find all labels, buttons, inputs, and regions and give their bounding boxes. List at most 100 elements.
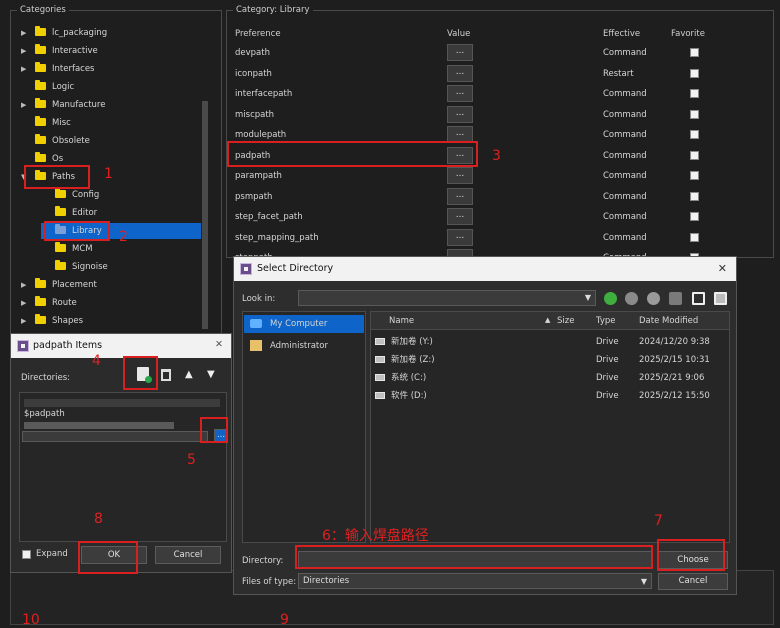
chevron-right-icon[interactable]: ▶ [21,295,31,311]
favorite-checkbox[interactable] [690,109,699,119]
favorite-checkbox[interactable] [690,48,699,57]
category-item[interactable]: Obsolete [21,133,90,149]
directory-edit-field[interactable] [22,431,208,442]
chevron-right-icon[interactable]: ▶ [21,277,31,293]
value-browse-button[interactable]: ... [447,44,473,61]
folder-icon [35,80,46,90]
place-my-computer[interactable]: My Computer [244,315,364,333]
expand-label: Expand [36,549,68,559]
category-item[interactable]: Config [41,187,99,203]
header-favorite: Favorite [671,29,705,39]
directory-label: Directory: [242,556,284,566]
back-icon[interactable] [604,292,617,305]
column-date[interactable]: Date Modified [639,316,698,326]
value-browse-button[interactable]: ... [447,105,473,123]
category-item[interactable]: ▶ lc_packaging [21,25,107,41]
padpath-dialog-title: padpath Items [33,340,103,351]
annotation-2: 2 [119,229,128,245]
list-view-icon[interactable] [692,292,705,305]
category-item[interactable]: Editor [41,205,97,221]
file-row[interactable]: 系统 (C:) Drive 2025/2/21 9:06 [371,370,727,386]
header-effective: Effective [603,29,641,39]
favorite-checkbox[interactable] [690,212,699,221]
favorite-checkbox[interactable] [690,89,699,98]
favorite-checkbox[interactable] [690,130,699,139]
select-cancel-button[interactable]: Cancel [658,573,728,590]
category-item[interactable]: MCM [41,241,93,257]
delete-icon[interactable] [161,369,171,381]
favorite-checkbox[interactable] [690,68,699,78]
preference-row: psmpath... Command [227,187,773,207]
category-item[interactable]: ▶ Route [21,295,77,311]
drive-icon [375,392,385,399]
padpath-items-dialog: padpath Items ✕ Directories: ▲ ▼ $padpat… [10,333,232,573]
favorite-checkbox[interactable] [690,150,699,160]
category-label: lc_packaging [52,28,108,38]
category-item[interactable]: ▶ Placement [21,277,97,293]
chevron-right-icon[interactable]: ▶ [21,43,31,59]
value-browse-button[interactable]: ... [447,64,473,82]
look-in-combo[interactable]: ▼ [298,290,596,306]
value-browse-button[interactable]: ... [447,167,473,184]
category-item[interactable]: ▶ Interactive [21,43,98,59]
chevron-right-icon[interactable]: ▶ [21,61,31,77]
folder-icon [35,116,46,126]
category-label: Interfaces [52,64,95,74]
file-row[interactable]: 新加卷 (Z:) Drive 2025/2/15 10:31 [371,352,727,368]
category-item[interactable]: Misc [21,115,71,131]
chevron-right-icon[interactable]: ▶ [21,25,31,41]
column-name[interactable]: Name [389,316,414,326]
category-label: Config [72,190,100,200]
preference-name: psmpath [235,191,273,202]
chevron-right-icon[interactable]: ▶ [21,97,31,113]
annotation-box-directory [295,545,653,569]
file-row[interactable]: 软件 (D:) Drive 2025/2/12 15:50 [371,388,727,404]
categories-scrollbar[interactable] [202,101,208,329]
column-size[interactable]: Size [557,316,574,326]
library-title: Category: Library [233,5,313,15]
annotation-5: 5 [187,452,196,468]
category-item[interactable]: ▶ Shapes [21,313,83,329]
cancel-button[interactable]: Cancel [155,546,221,564]
annotation-6: 6：输入焊盘路径 [322,528,429,544]
file-date: 2025/2/15 10:31 [639,355,710,365]
expand-checkbox[interactable] [22,550,31,559]
folder-icon [35,98,46,108]
favorite-checkbox[interactable] [690,191,699,201]
favorite-checkbox[interactable] [690,171,699,180]
category-item[interactable]: Signoise [41,259,108,275]
annotation-9: 9 [280,612,289,628]
annotation-box-new-dir [123,356,158,390]
files-of-type-combo[interactable]: Directories ▼ [298,573,652,589]
file-type: Drive [596,373,619,383]
close-icon[interactable]: ✕ [718,262,727,275]
category-label: Placement [52,280,97,290]
effective-value: Command [603,232,647,243]
chevron-right-icon[interactable]: ▶ [21,313,31,329]
forward-icon[interactable] [625,292,638,305]
up-folder-icon[interactable] [647,292,660,305]
file-row[interactable]: 新加卷 (Y:) Drive 2024/12/20 9:38 [371,334,727,350]
preference-row: iconpath... Restart [227,64,773,84]
detail-view-icon[interactable] [714,292,727,305]
new-folder-icon[interactable] [669,292,682,305]
effective-value: Command [603,171,647,181]
column-type[interactable]: Type [596,316,616,326]
folder-icon [35,152,46,162]
file-type: Drive [596,391,619,401]
value-browse-button[interactable]: ... [447,228,473,246]
value-browse-button[interactable]: ... [447,187,473,205]
category-item[interactable]: ▶ Manufacture [21,97,105,113]
category-item[interactable]: ▶ Interfaces [21,61,94,77]
value-browse-button[interactable]: ... [447,208,473,225]
value-browse-button[interactable]: ... [447,85,473,102]
favorite-checkbox[interactable] [690,232,699,242]
preference-name: devpath [235,48,270,58]
place-administrator[interactable]: Administrator [244,337,364,355]
move-down-icon[interactable]: ▼ [207,369,215,380]
category-item[interactable]: Logic [21,79,74,95]
category-label: Shapes [52,316,84,326]
move-up-icon[interactable]: ▲ [185,369,193,380]
directory-entry[interactable]: $padpath [24,409,65,419]
close-icon[interactable]: ✕ [215,339,223,350]
